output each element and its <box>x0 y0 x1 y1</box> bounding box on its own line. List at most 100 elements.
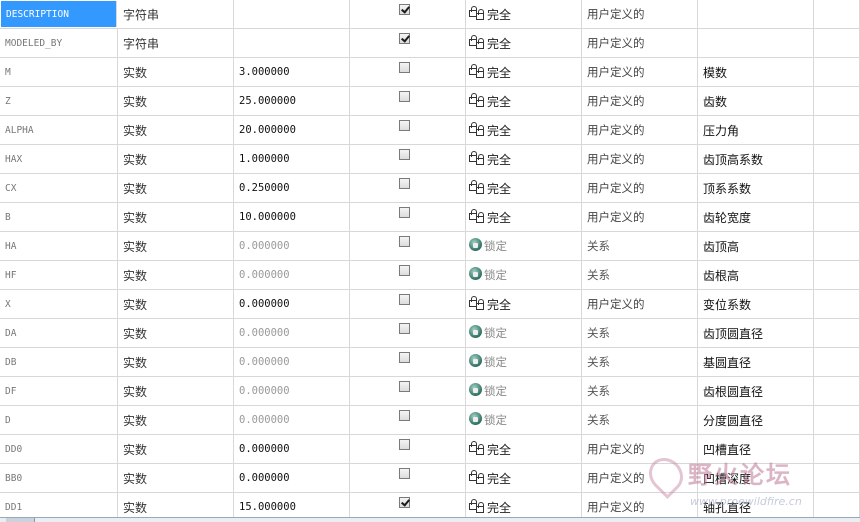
param-description-cell[interactable]: 齿顶圆直径 <box>698 319 814 347</box>
param-description-cell[interactable]: 凹槽深度 <box>698 464 814 492</box>
param-name-cell[interactable]: MODELED_BY <box>0 29 118 57</box>
param-name-cell[interactable]: DB <box>0 348 118 376</box>
designate-checkbox[interactable] <box>399 294 410 305</box>
param-type-cell[interactable]: 实数 <box>118 377 234 405</box>
param-source-cell[interactable]: 用户定义的 <box>582 87 698 115</box>
param-source-cell[interactable]: 用户定义的 <box>582 464 698 492</box>
param-source-cell[interactable]: 用户定义的 <box>582 58 698 86</box>
param-type-cell[interactable]: 实数 <box>118 348 234 376</box>
param-name-cell[interactable]: BB0 <box>0 464 118 492</box>
access-cell[interactable]: 完全 <box>466 464 582 492</box>
param-type-cell[interactable]: 实数 <box>118 58 234 86</box>
access-cell[interactable]: 锁定 <box>466 261 582 289</box>
designate-checkbox[interactable] <box>399 207 410 218</box>
table-row[interactable]: HF 实数 0.000000 锁定 关系 齿根高 <box>0 261 860 290</box>
param-source-cell[interactable]: 关系 <box>582 377 698 405</box>
access-cell[interactable]: 锁定 <box>466 377 582 405</box>
param-value-cell[interactable]: 25.000000 <box>234 87 350 115</box>
scrollbar-thumb[interactable] <box>6 518 35 522</box>
param-type-cell[interactable]: 实数 <box>118 232 234 260</box>
table-row[interactable]: DA 实数 0.000000 锁定 关系 齿顶圆直径 <box>0 319 860 348</box>
table-row[interactable]: DESCRIPTION 字符串 完全 用户定义的 <box>0 0 860 29</box>
designate-checkbox[interactable] <box>399 62 410 73</box>
param-name-cell[interactable]: DD0 <box>0 435 118 463</box>
param-source-cell[interactable]: 用户定义的 <box>582 435 698 463</box>
param-value-cell[interactable]: 0.000000 <box>234 464 350 492</box>
access-cell[interactable]: 完全 <box>466 435 582 463</box>
table-row[interactable]: BB0 实数 0.000000 完全 用户定义的 凹槽深度 <box>0 464 860 493</box>
access-cell[interactable]: 完全 <box>466 290 582 318</box>
designate-checkbox[interactable] <box>399 323 410 334</box>
param-value-cell[interactable]: 10.000000 <box>234 203 350 231</box>
param-description-cell[interactable]: 齿顶高 <box>698 232 814 260</box>
param-value-cell[interactable]: 0.000000 <box>234 348 350 376</box>
param-value-cell[interactable]: 0.000000 <box>234 319 350 347</box>
param-description-cell[interactable] <box>698 0 814 28</box>
param-name-cell[interactable]: DESCRIPTION <box>1 1 117 27</box>
designate-checkbox[interactable] <box>399 4 410 15</box>
param-type-cell[interactable]: 字符串 <box>118 0 234 28</box>
param-name-cell[interactable]: DA <box>0 319 118 347</box>
table-row[interactable]: X 实数 0.000000 完全 用户定义的 变位系数 <box>0 290 860 319</box>
access-cell[interactable]: 完全 <box>466 174 582 202</box>
table-row[interactable]: DD0 实数 0.000000 完全 用户定义的 凹槽直径 <box>0 435 860 464</box>
designate-checkbox[interactable] <box>399 149 410 160</box>
designate-checkbox[interactable] <box>399 178 410 189</box>
param-description-cell[interactable]: 齿根圆直径 <box>698 377 814 405</box>
horizontal-scrollbar[interactable] <box>0 517 860 522</box>
param-value-cell[interactable]: 3.000000 <box>234 58 350 86</box>
param-source-cell[interactable]: 关系 <box>582 406 698 434</box>
param-type-cell[interactable]: 实数 <box>118 290 234 318</box>
access-cell[interactable]: 完全 <box>466 87 582 115</box>
access-cell[interactable]: 锁定 <box>466 319 582 347</box>
access-cell[interactable]: 锁定 <box>466 406 582 434</box>
param-name-cell[interactable]: HF <box>0 261 118 289</box>
access-cell[interactable]: 完全 <box>466 58 582 86</box>
param-source-cell[interactable]: 关系 <box>582 232 698 260</box>
param-value-cell[interactable] <box>234 0 350 28</box>
param-value-cell[interactable]: 0.000000 <box>234 406 350 434</box>
designate-checkbox[interactable] <box>399 497 410 508</box>
access-cell[interactable]: 完全 <box>466 116 582 144</box>
designate-checkbox[interactable] <box>399 381 410 392</box>
param-type-cell[interactable]: 实数 <box>118 319 234 347</box>
param-name-cell[interactable]: D <box>0 406 118 434</box>
param-value-cell[interactable]: 0.000000 <box>234 290 350 318</box>
table-row[interactable]: ALPHA 实数 20.000000 完全 用户定义的 压力角 <box>0 116 860 145</box>
designate-checkbox[interactable] <box>399 120 410 131</box>
table-row[interactable]: DB 实数 0.000000 锁定 关系 基圆直径 <box>0 348 860 377</box>
param-type-cell[interactable]: 实数 <box>118 261 234 289</box>
param-value-cell[interactable]: 20.000000 <box>234 116 350 144</box>
table-row[interactable]: CX 实数 0.250000 完全 用户定义的 顶系系数 <box>0 174 860 203</box>
designate-checkbox[interactable] <box>399 468 410 479</box>
param-value-cell[interactable]: 0.000000 <box>234 261 350 289</box>
param-value-cell[interactable]: 1.000000 <box>234 145 350 173</box>
param-description-cell[interactable] <box>698 29 814 57</box>
param-description-cell[interactable]: 凹槽直径 <box>698 435 814 463</box>
access-cell[interactable]: 锁定 <box>466 232 582 260</box>
param-name-cell[interactable]: ALPHA <box>0 116 118 144</box>
param-type-cell[interactable]: 实数 <box>118 203 234 231</box>
designate-checkbox[interactable] <box>399 352 410 363</box>
param-type-cell[interactable]: 实数 <box>118 87 234 115</box>
param-source-cell[interactable]: 关系 <box>582 261 698 289</box>
param-description-cell[interactable]: 齿根高 <box>698 261 814 289</box>
param-type-cell[interactable]: 实数 <box>118 116 234 144</box>
param-description-cell[interactable]: 分度圆直径 <box>698 406 814 434</box>
param-description-cell[interactable]: 模数 <box>698 58 814 86</box>
param-description-cell[interactable]: 齿数 <box>698 87 814 115</box>
table-row[interactable]: B 实数 10.000000 完全 用户定义的 齿轮宽度 <box>0 203 860 232</box>
table-row[interactable]: DF 实数 0.000000 锁定 关系 齿根圆直径 <box>0 377 860 406</box>
param-source-cell[interactable]: 关系 <box>582 319 698 347</box>
access-cell[interactable]: 完全 <box>466 29 582 57</box>
param-name-cell[interactable]: HA <box>0 232 118 260</box>
table-row[interactable]: MODELED_BY 字符串 完全 用户定义的 <box>0 29 860 58</box>
param-value-cell[interactable]: 0.000000 <box>234 232 350 260</box>
param-description-cell[interactable]: 变位系数 <box>698 290 814 318</box>
param-value-cell[interactable]: 0.000000 <box>234 435 350 463</box>
param-type-cell[interactable]: 实数 <box>118 174 234 202</box>
param-type-cell[interactable]: 实数 <box>118 406 234 434</box>
designate-checkbox[interactable] <box>399 236 410 247</box>
param-source-cell[interactable]: 用户定义的 <box>582 203 698 231</box>
designate-checkbox[interactable] <box>399 33 410 44</box>
